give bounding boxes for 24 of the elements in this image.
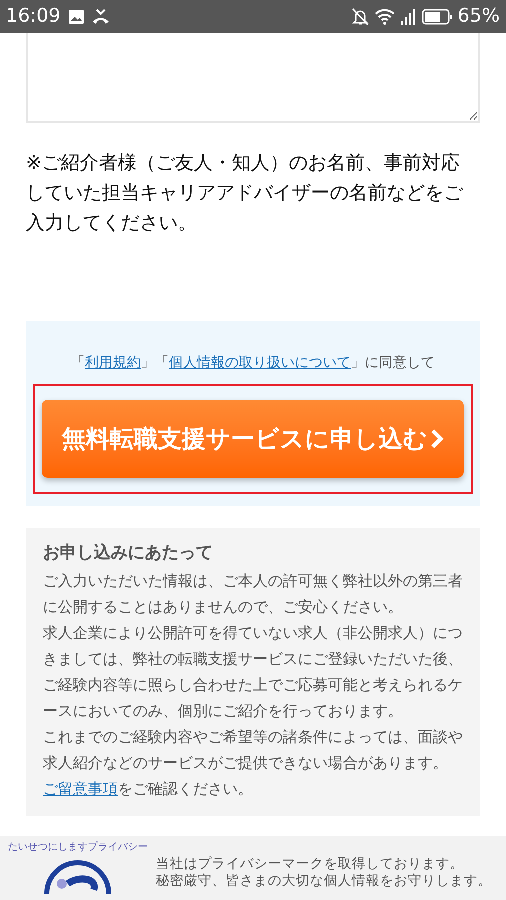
clock: 16:09 — [6, 4, 61, 30]
missed-call-icon — [92, 8, 110, 24]
privacy-mark-logo — [43, 858, 113, 894]
caution-link[interactable]: ご留意事項 — [43, 780, 118, 798]
apply-button[interactable]: 無料転職支援サービスに申し込む — [42, 400, 464, 478]
signal-icon — [400, 8, 417, 24]
notice-paragraph: 求人企業により公開許可を得ていない求人（非公開求人）につきましては、弊社の転職支援サービスにご登録いただいた後、ご経験内容等に照らし合わせた上でご応募可能と考えられるケースにおいてのみ、個別にご紹介を行っております。 — [43, 623, 463, 722]
chevron-right-icon — [430, 428, 444, 450]
notice-paragraph: ご入力いただいた情報は、ご本人の許可無く弊社以外の第三者に公開することはありませんので、ご安心ください。 — [43, 571, 463, 618]
privacy-statement: 当社はプライバシーマークを取得しております。 — [156, 856, 465, 873]
logo-tagline: たいせつにしますプライバシー — [8, 842, 148, 854]
agreement-text: 「利用規約」「個人情報の取り扱いについて」に同意して — [71, 354, 435, 373]
comment-field[interactable] — [26, 33, 480, 123]
note-text: ※ご紹介者様（ご友人・知人）のお名前、事前対応していた担当キャリアアドバイザーの名前などをご入力してください。 — [26, 151, 464, 236]
notice-paragraph: これまでのご経験内容やご希望等の諸条件によっては、面談や求人紹介などのサービスがご提供できない場合があります。 ご留意事項をご確認ください。 — [43, 727, 463, 800]
wifi-icon — [374, 8, 395, 24]
terms-link[interactable]: 利用規約 — [85, 355, 141, 371]
privacy-link[interactable]: 個人情報の取り扱いについて — [169, 355, 351, 371]
notice-title: お申し込みにあたって — [43, 542, 214, 565]
privacy-statement: 秘密厳守、皆さまの大切な個人情報をお守りします。 — [156, 873, 492, 890]
battery-icon — [422, 8, 452, 24]
battery-percent: 65% — [458, 4, 500, 30]
bell-off-icon — [352, 8, 369, 26]
image-icon — [68, 10, 84, 24]
